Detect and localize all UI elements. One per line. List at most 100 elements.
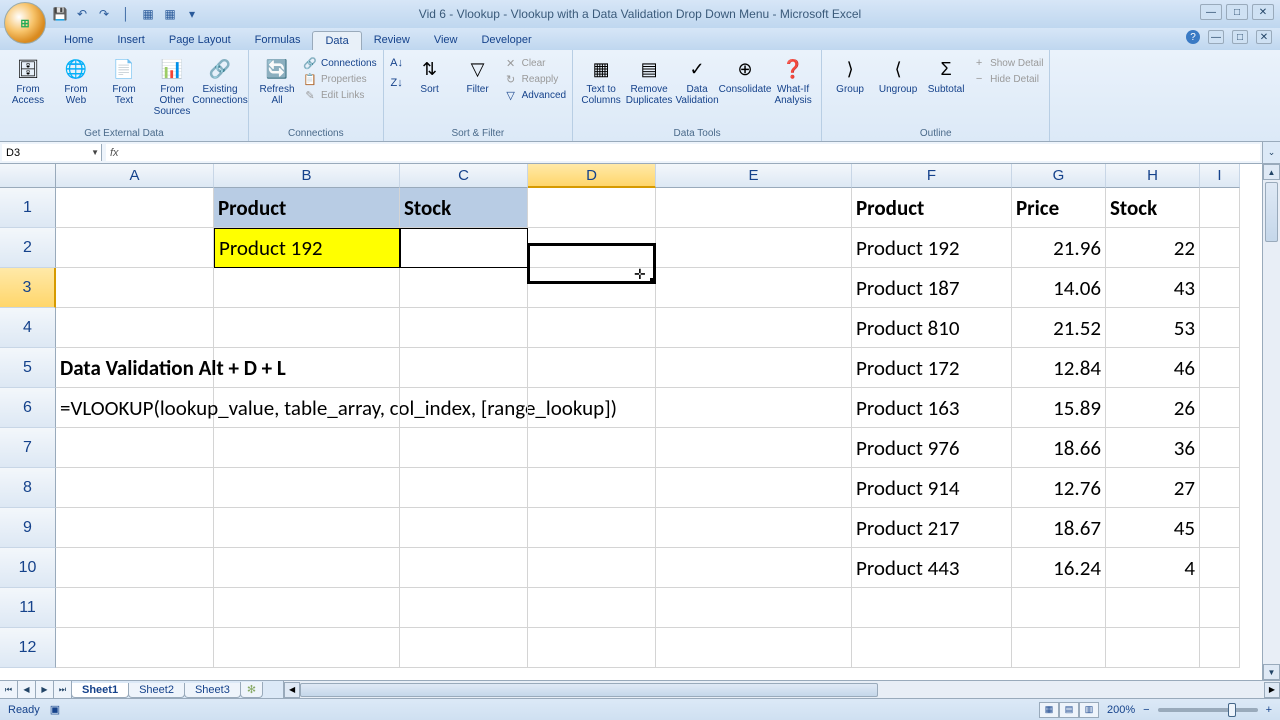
cell-G11[interactable] [1012,588,1106,628]
cell-I7[interactable] [1200,428,1240,468]
cell-E5[interactable] [656,348,852,388]
cell-I5[interactable] [1200,348,1240,388]
cell-C11[interactable] [400,588,528,628]
tab-insert[interactable]: Insert [105,31,157,50]
row-header[interactable]: 4 [0,308,56,348]
cell-F8[interactable]: Product 914 [852,468,1012,508]
redo-icon[interactable]: ↷ [96,6,112,22]
cell-C5[interactable] [400,348,528,388]
row-header[interactable]: 2 [0,228,56,268]
qat-custom-icon[interactable]: ▦ [140,6,156,22]
cell-A12[interactable] [56,628,214,668]
select-all-corner[interactable] [0,164,56,188]
cell-H3[interactable]: 43 [1106,268,1200,308]
what-if-button[interactable]: ❓What-If Analysis [771,52,815,106]
new-sheet-button[interactable]: ✻ [240,682,263,698]
cell-H8[interactable]: 27 [1106,468,1200,508]
tab-developer[interactable]: Developer [469,31,543,50]
row-header[interactable]: 7 [0,428,56,468]
cell-B10[interactable] [214,548,400,588]
tab-formulas[interactable]: Formulas [243,31,313,50]
cell-B2[interactable]: Product 192 [214,228,400,268]
cell-E12[interactable] [656,628,852,668]
cell-F3[interactable]: Product 187 [852,268,1012,308]
column-header[interactable]: C [400,164,528,188]
column-header[interactable]: H [1106,164,1200,188]
expand-formula-bar-icon[interactable]: ⌄ [1262,142,1280,163]
cell-I8[interactable] [1200,468,1240,508]
cell-A9[interactable] [56,508,214,548]
cell-I3[interactable] [1200,268,1240,308]
chevron-down-icon[interactable]: ▼ [91,148,99,157]
row-header[interactable]: 12 [0,628,56,668]
cell-F6[interactable]: Product 163 [852,388,1012,428]
vertical-scrollbar[interactable]: ▲ ▼ [1262,164,1280,680]
cell-C4[interactable] [400,308,528,348]
ribbon-close-icon[interactable]: ✕ [1256,30,1272,44]
row-header[interactable]: 3 [0,268,56,308]
close-button[interactable]: ✕ [1252,4,1274,20]
cell-E3[interactable] [656,268,852,308]
cell-G8[interactable]: 12.76 [1012,468,1106,508]
cell-E4[interactable] [656,308,852,348]
ribbon-minimize-icon[interactable]: — [1208,30,1224,44]
advanced-button[interactable]: ▽Advanced [504,88,566,102]
cell-A10[interactable] [56,548,214,588]
sort-desc-button[interactable]: Z↓ [390,76,404,90]
cell-H10[interactable]: 4 [1106,548,1200,588]
row-header[interactable]: 6 [0,388,56,428]
sort-button[interactable]: ⇅Sort [408,52,452,95]
scroll-thumb[interactable] [1265,182,1278,242]
cell-G12[interactable] [1012,628,1106,668]
cell-F1[interactable]: Product [852,188,1012,228]
cell-G2[interactable]: 21.96 [1012,228,1106,268]
existing-connections-button[interactable]: 🔗Existing Connections [198,52,242,106]
data-validation-button[interactable]: ✓Data Validation [675,52,719,106]
subtotal-button[interactable]: ΣSubtotal [924,52,968,95]
cell-D12[interactable] [528,628,656,668]
from-other-button[interactable]: 📊From Other Sources [150,52,194,117]
cell-H11[interactable] [1106,588,1200,628]
cell-C1[interactable]: Stock [400,188,528,228]
cell-A1[interactable] [56,188,214,228]
tab-view[interactable]: View [422,31,470,50]
cell-D10[interactable] [528,548,656,588]
cell-C2[interactable] [400,228,528,268]
cell-A7[interactable] [56,428,214,468]
cell-A8[interactable] [56,468,214,508]
cell-H12[interactable] [1106,628,1200,668]
column-header[interactable]: G [1012,164,1106,188]
cell-I9[interactable] [1200,508,1240,548]
cell-F5[interactable]: Product 172 [852,348,1012,388]
cell-B6[interactable] [214,388,400,428]
cell-H9[interactable]: 45 [1106,508,1200,548]
undo-icon[interactable]: ↶ [74,6,90,22]
cell-F4[interactable]: Product 810 [852,308,1012,348]
qat-dropdown-icon[interactable]: ▾ [184,6,200,22]
cell-A4[interactable] [56,308,214,348]
cell-B9[interactable] [214,508,400,548]
save-icon[interactable]: 💾 [52,6,68,22]
column-header[interactable]: E [656,164,852,188]
cell-H2[interactable]: 22 [1106,228,1200,268]
cell-H5[interactable]: 46 [1106,348,1200,388]
from-text-button[interactable]: 📄From Text [102,52,146,106]
formula-input[interactable]: fx [106,144,1260,161]
row-header[interactable]: 11 [0,588,56,628]
cell-F11[interactable] [852,588,1012,628]
cell-B1[interactable]: Product [214,188,400,228]
cell-E11[interactable] [656,588,852,628]
cell-D1[interactable] [528,188,656,228]
refresh-all-button[interactable]: 🔄Refresh All [255,52,299,106]
consolidate-button[interactable]: ⊕Consolidate [723,52,767,95]
zoom-slider[interactable] [1158,708,1258,712]
cell-C7[interactable] [400,428,528,468]
fx-icon[interactable]: fx [110,147,119,159]
cell-G1[interactable]: Price [1012,188,1106,228]
cell-F10[interactable]: Product 443 [852,548,1012,588]
name-box[interactable]: D3▼ [2,144,102,161]
cell-G10[interactable]: 16.24 [1012,548,1106,588]
sheet-tab[interactable]: Sheet2 [128,683,185,698]
sheet-prev-icon[interactable]: ◀ [18,681,36,698]
cell-I12[interactable] [1200,628,1240,668]
